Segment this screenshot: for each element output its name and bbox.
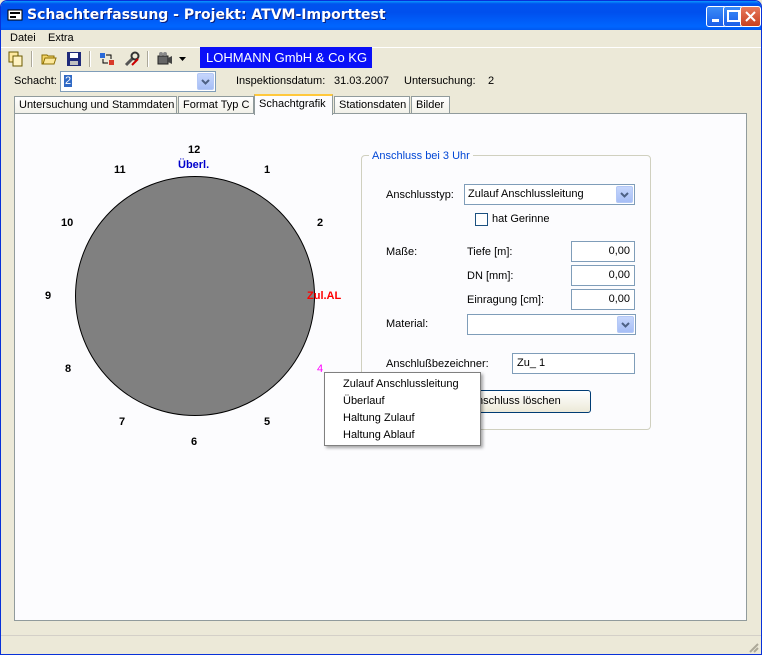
copy-icon xyxy=(8,51,23,67)
transfer-icon xyxy=(100,53,114,65)
untersuchung-label: Untersuchung: xyxy=(404,75,476,87)
camera-button[interactable] xyxy=(154,49,176,69)
material-label: Material: xyxy=(386,318,429,330)
context-menu-item-haltung-zulauf[interactable]: Haltung Zulauf xyxy=(343,412,415,424)
camera-icon xyxy=(157,52,172,65)
dropdown-arrow-icon xyxy=(179,57,186,61)
settings-icon xyxy=(124,51,140,67)
menu-datei[interactable]: Datei xyxy=(10,32,36,44)
hour-8: 8 xyxy=(65,363,72,375)
hour-10: 10 xyxy=(61,217,74,229)
connection-label-12[interactable]: Überl. xyxy=(178,159,209,171)
tab-schachtgrafik[interactable]: Schachtgrafik xyxy=(254,94,333,115)
resize-grip-icon[interactable] xyxy=(747,641,759,653)
gerinne-checkbox[interactable] xyxy=(475,213,488,226)
tiefe-field[interactable]: 0,00 xyxy=(571,241,635,262)
einragung-field[interactable]: 0,00 xyxy=(571,289,635,310)
anschlusstyp-select[interactable]: Zulauf Anschlussleitung xyxy=(464,184,635,205)
masse-label: Maße: xyxy=(386,246,418,258)
inspektionsdatum-label: Inspektionsdatum: xyxy=(236,75,326,87)
save-icon xyxy=(67,52,81,66)
chevron-down-icon xyxy=(621,322,630,328)
bezeichner-label: Anschlußbezeichner: xyxy=(386,358,489,370)
schacht-value: 2 xyxy=(64,75,73,87)
hour-5: 5 xyxy=(264,416,271,428)
chevron-down-icon xyxy=(620,192,629,198)
toolbar xyxy=(1,47,761,69)
anschlusstyp-label: Anschlusstyp: xyxy=(386,189,454,201)
open-button[interactable] xyxy=(38,49,60,69)
window-title: Schachterfassung - Projekt: ATVM-Importt… xyxy=(27,7,386,23)
bezeichner-field[interactable]: Zu_ 1 xyxy=(512,353,635,374)
schacht-dropdown-button[interactable] xyxy=(197,73,214,90)
tiefe-label: Tiefe [m]: xyxy=(467,246,513,258)
close-icon xyxy=(745,11,756,22)
chevron-down-icon xyxy=(201,79,210,85)
dn-label: DN [mm]: xyxy=(467,270,514,282)
manhole-circle[interactable] xyxy=(75,176,315,416)
dn-field[interactable]: 0,00 xyxy=(571,265,635,286)
anschlusstyp-value: Zulauf Anschlussleitung xyxy=(468,188,584,200)
schacht-select[interactable]: 2 xyxy=(60,71,216,92)
save-button[interactable] xyxy=(63,49,85,69)
connection-label-3[interactable]: Zul.AL xyxy=(307,290,345,302)
inspektionsdatum-value: 31.03.2007 xyxy=(334,75,390,87)
settings-button[interactable] xyxy=(121,49,143,69)
close-button[interactable] xyxy=(740,6,761,27)
hour-2: 2 xyxy=(317,217,324,229)
hour-1: 1 xyxy=(264,164,271,176)
menu-bar: Datei Extra xyxy=(1,30,761,48)
hour-7: 7 xyxy=(119,416,126,428)
schacht-label: Schacht: xyxy=(14,75,57,87)
context-menu: Zulauf Anschlussleitung Überlauf Haltung… xyxy=(324,372,481,446)
title-bar[interactable]: Schachterfassung - Projekt: ATVM-Importt… xyxy=(1,1,761,30)
material-dropdown-button[interactable] xyxy=(617,316,634,333)
einragung-label: Einragung [cm]: xyxy=(467,294,545,306)
open-folder-icon xyxy=(41,54,57,65)
app-icon xyxy=(7,9,23,21)
transfer-button[interactable] xyxy=(96,49,118,69)
hour-6: 6 xyxy=(191,436,198,448)
gerinne-label: hat Gerinne xyxy=(492,213,550,225)
context-menu-item-haltung-ablauf[interactable]: Haltung Ablauf xyxy=(343,429,415,441)
company-banner: LOHMANN GmbH & Co KG xyxy=(200,47,372,68)
hour-12: 12 xyxy=(188,144,201,156)
status-bar xyxy=(1,635,761,654)
context-menu-item-ueberlauf[interactable]: Überlauf xyxy=(343,395,385,407)
main-window: Schachterfassung - Projekt: ATVM-Importt… xyxy=(0,0,762,655)
context-menu-item-zulauf-anschlussleitung[interactable]: Zulauf Anschlussleitung xyxy=(343,378,459,390)
untersuchung-value: 2 xyxy=(488,75,495,87)
groupbox-title: Anschluss bei 3 Uhr xyxy=(369,150,473,162)
menu-extra[interactable]: Extra xyxy=(48,32,74,44)
copy-button[interactable] xyxy=(5,49,27,69)
hour-4: 4 xyxy=(317,363,324,375)
hour-9: 9 xyxy=(45,290,52,302)
camera-dropdown-button[interactable] xyxy=(176,49,190,69)
material-select[interactable] xyxy=(467,314,636,335)
hour-11: 11 xyxy=(114,164,126,176)
anschlusstyp-dropdown-button[interactable] xyxy=(616,186,633,203)
